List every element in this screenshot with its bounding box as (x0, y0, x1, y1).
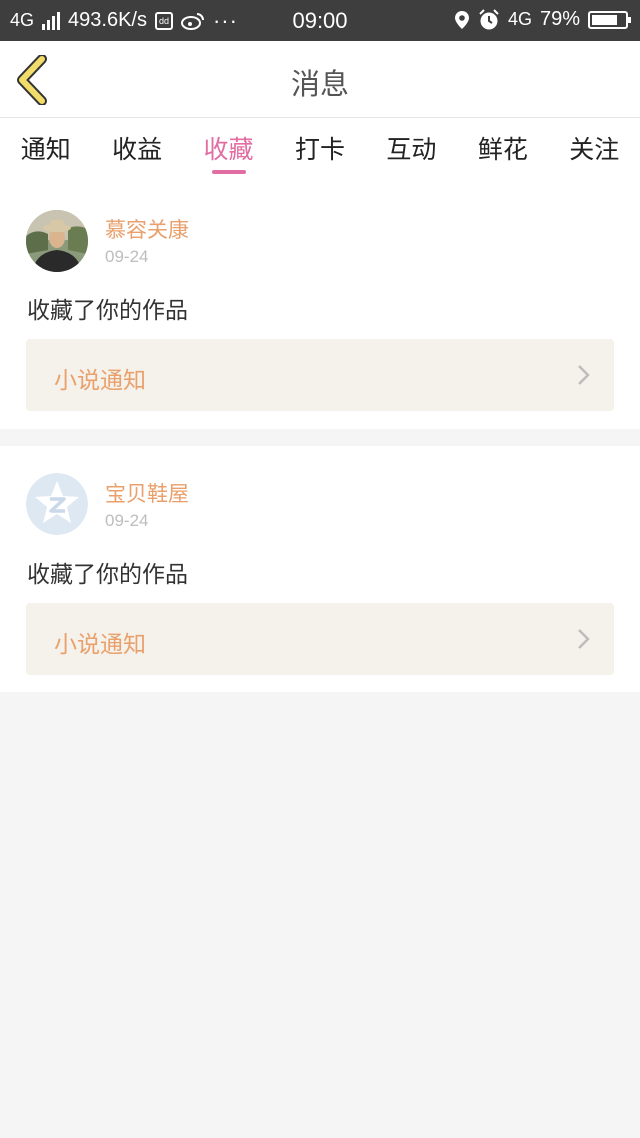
notification-message: 收藏了你的作品 (27, 298, 188, 324)
notification-message: 收藏了你的作品 (27, 562, 188, 588)
status-bar: 4G 493.6K/s dd ··· 09:00 4G 79% (0, 0, 640, 41)
chevron-right-icon (578, 629, 590, 649)
user-photo-avatar (26, 210, 88, 272)
notification-card: 慕容关康 09-24 收藏了你的作品 小说通知 (0, 180, 640, 429)
link-label: 小说通知 (54, 368, 146, 394)
tab-bar: 通知 收益 收藏 打卡 互动 鲜花 关注 (0, 118, 640, 180)
battery-icon (588, 10, 631, 29)
tab-interaction[interactable]: 互动 (366, 118, 457, 180)
status-right: 4G 79% (454, 8, 631, 31)
tab-notifications[interactable]: 通知 (0, 118, 91, 180)
notification-card: 宝贝鞋屋 09-24 收藏了你的作品 小说通知 (0, 446, 640, 692)
notification-date: 09-24 (105, 511, 149, 530)
tab-favorites[interactable]: 收藏 (183, 118, 274, 180)
link-label: 小说通知 (54, 632, 146, 658)
tab-flowers[interactable]: 鲜花 (457, 118, 548, 180)
username[interactable]: 宝贝鞋屋 (105, 478, 189, 508)
tab-following[interactable]: 关注 (549, 118, 640, 180)
default-avatar-icon (26, 473, 88, 535)
avatar[interactable] (26, 210, 88, 272)
username[interactable]: 慕容关康 (105, 214, 189, 244)
novel-notice-link[interactable]: 小说通知 (26, 339, 614, 411)
location-icon (454, 10, 469, 29)
avatar[interactable] (26, 473, 88, 535)
chevron-right-icon (578, 365, 590, 385)
tab-checkin[interactable]: 打卡 (274, 118, 365, 180)
tab-earnings[interactable]: 收益 (91, 118, 182, 180)
battery-percent: 79% (539, 8, 580, 30)
alarm-icon (479, 8, 499, 29)
page-title: 消息 (290, 67, 349, 101)
nav-bar: 消息 (0, 41, 640, 118)
notification-date: 09-24 (105, 247, 149, 266)
novel-notice-link[interactable]: 小说通知 (26, 603, 614, 675)
network-type-right: 4G (507, 9, 532, 29)
